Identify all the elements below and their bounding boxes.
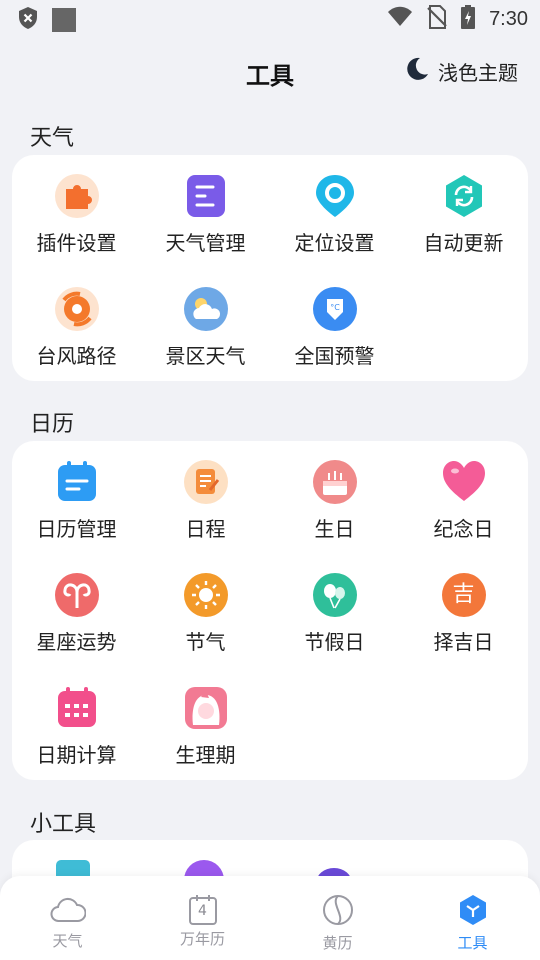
nav-label: 万年历 <box>179 930 225 948</box>
tool-anniversary[interactable]: 纪念日 <box>399 441 528 554</box>
tool-location-settings[interactable]: 定位设置 <box>270 155 399 268</box>
nav-label: 天气 <box>52 932 83 950</box>
nav-label: 黄历 <box>322 934 353 952</box>
puzzle-icon <box>54 173 100 219</box>
moon-icon <box>404 56 430 87</box>
tool-label: 择吉日 <box>433 630 494 654</box>
tool-label: 定位设置 <box>294 231 375 255</box>
status-time: 7:30 <box>489 7 528 30</box>
tool-scenic-weather[interactable]: 景区天气 <box>141 268 270 381</box>
notification-icon <box>52 8 76 32</box>
tool-label: 全国预警 <box>294 344 375 368</box>
tool-label: 插件设置 <box>36 231 117 255</box>
sun-cloud-icon <box>183 286 229 332</box>
header: 工具 浅色主题 <box>0 48 540 98</box>
nav-tab-perpetual-calendar[interactable]: 4 万年历 <box>135 876 270 960</box>
sun-icon <box>183 572 229 618</box>
tool-label: 日程 <box>185 517 226 541</box>
tool-weather-management[interactable]: 天气管理 <box>141 155 270 268</box>
location-pin-icon <box>312 173 358 219</box>
heart-icon <box>441 459 487 505</box>
tool-label: 纪念日 <box>433 517 494 541</box>
cube-icon <box>457 894 489 930</box>
tool-label: 节气 <box>185 630 226 654</box>
tool-label: 节假日 <box>304 630 365 654</box>
tool-horoscope[interactable]: 星座运势 <box>12 554 141 667</box>
tool-label: 日期计算 <box>36 743 117 767</box>
tool-label: 日历管理 <box>36 517 117 541</box>
calendar-day-number: 4 <box>198 903 207 919</box>
cake-icon <box>312 459 358 505</box>
yin-yang-icon <box>322 894 354 930</box>
calendar-grid-icon <box>54 685 100 731</box>
tool-label: 自动更新 <box>423 231 504 255</box>
tool-plugin-settings[interactable]: 插件设置 <box>12 155 141 268</box>
tool-label: 台风路径 <box>36 344 117 368</box>
calendar-card: 日历管理 日程 生日 纪念日 星座运势 节气 节假日 吉 择吉日 日期计算 生理… <box>12 441 528 780</box>
tool-label: 生日 <box>314 517 355 541</box>
girl-face-icon <box>183 685 229 731</box>
tool-typhoon-path[interactable]: 台风路径 <box>12 268 141 381</box>
tool-period-tracker[interactable]: 生理期 <box>141 667 270 780</box>
no-sim-icon <box>427 5 447 33</box>
tool-auspicious-day[interactable]: 吉 择吉日 <box>399 554 528 667</box>
tool-calendar-management[interactable]: 日历管理 <box>12 441 141 554</box>
balloon-icon <box>312 572 358 618</box>
warning-shield-icon: °C <box>312 286 358 332</box>
theme-label: 浅色主题 <box>438 61 518 85</box>
weather-card: 插件设置 天气管理 定位设置 自动更新 台风路径 景区天气 °C 全国预警 <box>12 155 528 381</box>
tool-label: 星座运势 <box>36 630 117 654</box>
section-title-tools: 小工具 <box>30 812 97 837</box>
tool-label: 天气管理 <box>165 231 246 255</box>
refresh-icon <box>441 173 487 219</box>
ji-icon: 吉 <box>441 572 487 618</box>
nav-label: 工具 <box>457 934 488 952</box>
tool-holidays[interactable]: 节假日 <box>270 554 399 667</box>
calendar-day-icon: 4 <box>188 894 218 926</box>
tool-birthday[interactable]: 生日 <box>270 441 399 554</box>
calendar-icon <box>54 459 100 505</box>
tool-solar-terms[interactable]: 节气 <box>141 554 270 667</box>
ji-glyph: 吉 <box>452 582 475 607</box>
tools-card <box>12 840 528 880</box>
nav-tab-weather[interactable]: 天气 <box>0 876 135 960</box>
nav-tab-tools[interactable]: 工具 <box>405 876 540 960</box>
tool-date-calculation[interactable]: 日期计算 <box>12 667 141 780</box>
tool-schedule[interactable]: 日程 <box>141 441 270 554</box>
tool-label: 景区天气 <box>165 344 246 368</box>
aries-icon <box>54 572 100 618</box>
svg-text:°C: °C <box>330 303 340 312</box>
shield-x-icon <box>18 6 38 34</box>
typhoon-icon <box>54 286 100 332</box>
list-icon <box>183 173 229 219</box>
notepad-icon <box>183 459 229 505</box>
cloud-icon <box>50 894 86 928</box>
status-bar: 7:30 <box>0 0 540 36</box>
theme-toggle-button[interactable]: 浅色主题 <box>404 56 518 87</box>
tool-national-warning[interactable]: °C 全国预警 <box>270 268 399 381</box>
wifi-icon <box>387 6 413 32</box>
section-title-weather: 天气 <box>30 126 75 151</box>
section-title-calendar: 日历 <box>30 412 75 437</box>
tool-auto-update[interactable]: 自动更新 <box>399 155 528 268</box>
battery-charging-icon <box>461 5 476 33</box>
nav-tab-almanac[interactable]: 黄历 <box>270 876 405 960</box>
bottom-nav: 天气 4 万年历 黄历 工具 <box>0 876 540 960</box>
tool-label: 生理期 <box>175 743 236 767</box>
